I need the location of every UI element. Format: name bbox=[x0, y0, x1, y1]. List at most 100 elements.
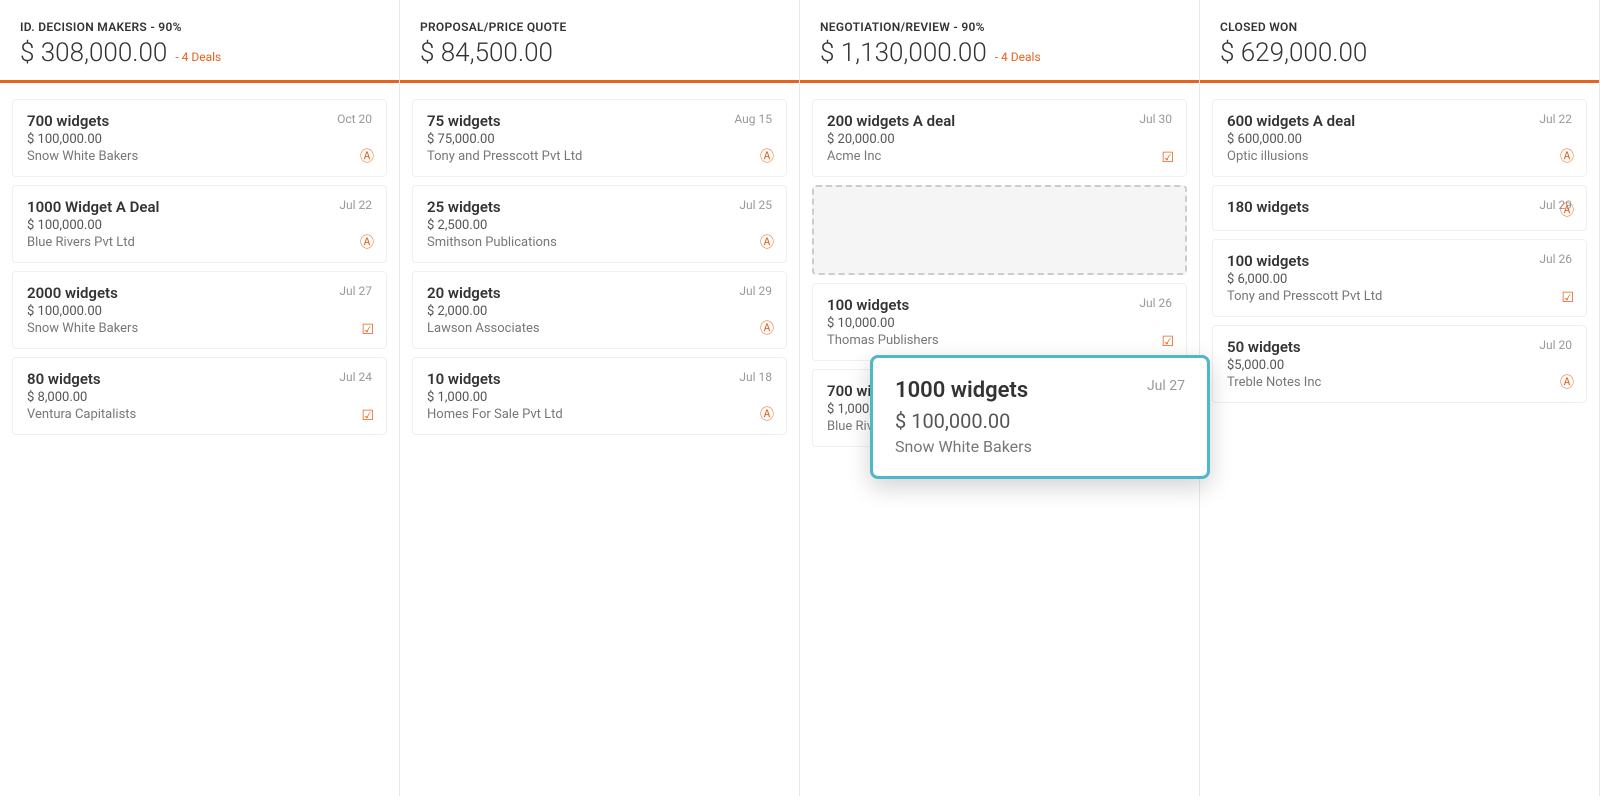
card-date: Oct 20 bbox=[337, 112, 372, 126]
card-date: Jul 24 bbox=[339, 370, 372, 384]
card-date: Jul 26 bbox=[1539, 252, 1572, 266]
card-amount: $ 100,000.00 bbox=[27, 132, 372, 147]
card-company: Lawson Associates bbox=[427, 321, 772, 336]
warning-icon: Ⓐ bbox=[760, 146, 774, 166]
card-placeholder bbox=[812, 185, 1187, 275]
warning-icon: Ⓐ bbox=[1560, 146, 1574, 166]
card-amount: $ 100,000.00 bbox=[27, 304, 372, 319]
dragging-card-date: Jul 27 bbox=[1147, 378, 1185, 394]
card-title: 200 widgets A deal bbox=[827, 112, 1172, 130]
column-closed-won: CLOSED WON $ 629,000.00 600 widgets A deal… bbox=[1200, 0, 1600, 796]
deal-card[interactable]: 100 widgetsJul 26$ 10,000.00Thomas Publi… bbox=[812, 283, 1187, 361]
card-title: 600 widgets A deal bbox=[1227, 112, 1572, 130]
deal-card[interactable]: 700 widgetsOct 20 $ 100,000.00 Snow White … bbox=[12, 99, 387, 177]
card-company: Optic illusions bbox=[1227, 149, 1572, 164]
card-company: Snow White Bakers bbox=[27, 149, 372, 164]
card-date: Jul 20 bbox=[1539, 338, 1572, 352]
warning-icon: Ⓐ bbox=[760, 232, 774, 252]
card-company: Blue Rivers Pvt Ltd bbox=[27, 235, 372, 250]
column-id-decision-makers: ID. DECISION MAKERS - 90% $ 308,000.00 - 4… bbox=[0, 0, 400, 796]
column-header-closed-won: CLOSED WON $ 629,000.00 bbox=[1200, 20, 1599, 83]
column-amount: $ 308,000.00 bbox=[20, 38, 167, 68]
card-date: Aug 15 bbox=[734, 112, 772, 126]
card-date: Jul 18 bbox=[739, 370, 772, 384]
column-header-negotiation-review: NEGOTIATION/REVIEW - 90% $ 1,130,000.00 - … bbox=[800, 20, 1199, 83]
card-amount: $ 2,500.00 bbox=[427, 218, 772, 233]
card-title: 100 widgets bbox=[1227, 252, 1572, 270]
card-title: 100 widgets bbox=[827, 296, 1172, 314]
column-header-proposal-price-quote: PROPOSAL/PRICE QUOTE $ 84,500.00 bbox=[400, 20, 799, 83]
card-date: Jul 29 bbox=[739, 284, 772, 298]
deal-card[interactable]: 1000 Widget A DealJul 22$ 100,000.00Blue… bbox=[12, 185, 387, 263]
card-title: 50 widgets bbox=[1227, 338, 1572, 356]
check-icon: ☑ bbox=[1561, 290, 1574, 306]
deal-card[interactable]: 100 widgetsJul 26 $ 6,000.00 Tony and Pres… bbox=[1212, 239, 1587, 317]
deal-card[interactable]: 25 widgetsJul 25 $ 2,500.00 Smithson Publi… bbox=[412, 185, 787, 263]
deal-card[interactable]: 10 widgetsJul 18 $ 1,000.00 Homes For Sale… bbox=[412, 357, 787, 435]
deal-card[interactable]: 50 widgetsJul 20 $5,000.00 Treble Notes In… bbox=[1212, 325, 1587, 403]
card-title: 75 widgets bbox=[427, 112, 772, 130]
card-company: Ventura Capitalists bbox=[27, 407, 372, 422]
card-date: Jul 27 bbox=[339, 284, 372, 298]
card-company: Acme Inc bbox=[827, 149, 1172, 164]
card-title: 2000 widgets bbox=[27, 284, 372, 302]
card-amount: $ 2,000.00 bbox=[427, 304, 772, 319]
deal-card[interactable]: 75 widgetsAug 15 $ 75,000.00 Tony and Pres… bbox=[412, 99, 787, 177]
deal-card[interactable]: 2000 widgetsJul 27 $ 100,000.00 Snow White… bbox=[12, 271, 387, 349]
card-amount: $ 75,000.00 bbox=[427, 132, 772, 147]
card-company: Tony and Presscott Pvt Ltd bbox=[427, 149, 772, 164]
card-amount: $5,000.00 bbox=[1227, 358, 1572, 373]
kanban-board: ID. DECISION MAKERS - 90% $ 308,000.00 - 4… bbox=[0, 0, 1600, 796]
card-amount: $ 1,000.00 bbox=[427, 390, 772, 405]
column-header-id-decision-makers: ID. DECISION MAKERS - 90% $ 308,000.00 - 4… bbox=[0, 20, 399, 83]
card-title: 20 widgets bbox=[427, 284, 772, 302]
column-title: ID. DECISION MAKERS - 90% bbox=[20, 20, 379, 34]
card-title: 180 widgets bbox=[1227, 198, 1572, 216]
dragging-card-title: 1000 widgets bbox=[895, 378, 1185, 403]
column-amount: $ 629,000.00 bbox=[1220, 38, 1367, 68]
deal-card[interactable]: 20 widgetsJul 29 $ 2,000.00 Lawson Associa… bbox=[412, 271, 787, 349]
warning-icon: Ⓐ bbox=[760, 404, 774, 424]
deal-card[interactable]: 200 widgets A dealJul 30$ 20,000.00Acme … bbox=[812, 99, 1187, 177]
column-proposal-price-quote: PROPOSAL/PRICE QUOTE $ 84,500.00 75 widget… bbox=[400, 0, 800, 796]
check-icon: ☑ bbox=[1161, 334, 1174, 350]
card-company: Smithson Publications bbox=[427, 235, 772, 250]
card-amount: $ 6,000.00 bbox=[1227, 272, 1572, 287]
card-amount: $ 100,000.00 bbox=[27, 218, 372, 233]
card-amount: $ 8,000.00 bbox=[27, 390, 372, 405]
warning-icon: Ⓐ bbox=[360, 146, 374, 166]
card-title: 25 widgets bbox=[427, 198, 772, 216]
card-date: Jul 22 bbox=[339, 198, 372, 212]
deals-count: - 4 Deals bbox=[995, 50, 1041, 64]
check-icon: ☑ bbox=[361, 322, 374, 338]
card-company: Homes For Sale Pvt Ltd bbox=[427, 407, 772, 422]
dragging-card[interactable]: 1000 widgetsJul 27$ 100,000.00Snow White… bbox=[870, 355, 1210, 479]
deal-card[interactable]: 600 widgets A dealJul 22 $ 600,000.00 Opti… bbox=[1212, 99, 1587, 177]
deals-count: - 4 Deals bbox=[175, 50, 221, 64]
card-amount: $ 20,000.00 bbox=[827, 132, 1172, 147]
card-title: 80 widgets bbox=[27, 370, 372, 388]
card-date: Jul 25 bbox=[739, 198, 772, 212]
deal-card[interactable]: 80 widgetsJul 24 $ 8,000.00 Ventura Capita… bbox=[12, 357, 387, 435]
card-date: Jul 22 bbox=[1539, 112, 1572, 126]
deal-card[interactable]: 180 widgetsJul 29Ⓐ bbox=[1212, 185, 1587, 231]
warning-icon: Ⓐ bbox=[1560, 372, 1574, 392]
card-date: Jul 26 bbox=[1139, 296, 1172, 310]
card-title: 700 widgets bbox=[27, 112, 372, 130]
card-title: 10 widgets bbox=[427, 370, 772, 388]
card-company: Tony and Presscott Pvt Ltd bbox=[1227, 289, 1572, 304]
warning-icon: Ⓐ bbox=[760, 318, 774, 338]
card-company: Treble Notes Inc bbox=[1227, 375, 1572, 390]
dragging-card-company: Snow White Bakers bbox=[895, 437, 1185, 456]
card-company: Snow White Bakers bbox=[27, 321, 372, 336]
check-icon: ☑ bbox=[361, 408, 374, 424]
column-title: PROPOSAL/PRICE QUOTE bbox=[420, 20, 779, 34]
column-title: NEGOTIATION/REVIEW - 90% bbox=[820, 20, 1179, 34]
warning-icon: Ⓐ bbox=[360, 232, 374, 252]
column-amount: $ 1,130,000.00 bbox=[820, 38, 987, 68]
warning-icon: Ⓐ bbox=[1560, 200, 1574, 220]
column-title: CLOSED WON bbox=[1220, 20, 1579, 34]
check-icon: ☑ bbox=[1161, 150, 1174, 166]
card-amount: $ 600,000.00 bbox=[1227, 132, 1572, 147]
column-amount: $ 84,500.00 bbox=[420, 38, 553, 68]
